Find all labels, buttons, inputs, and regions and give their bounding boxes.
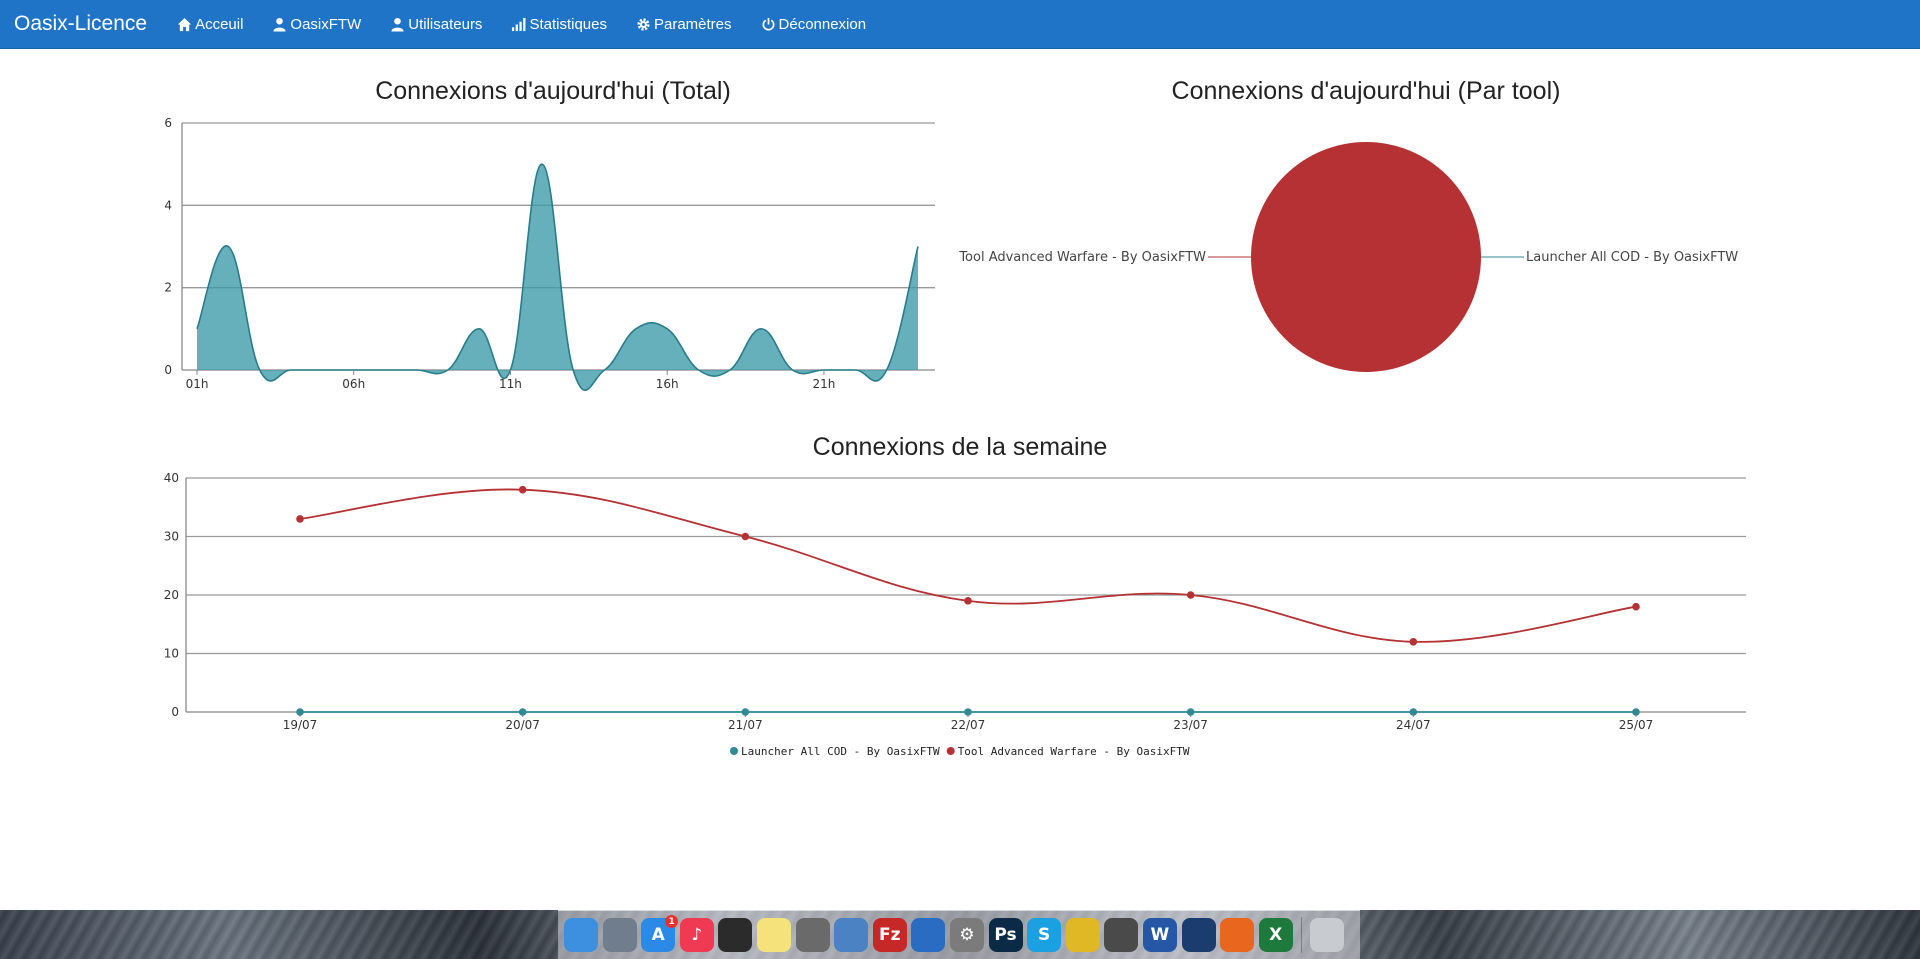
finder-icon[interactable] bbox=[564, 918, 598, 952]
series-point bbox=[1632, 708, 1640, 716]
legend-marker bbox=[730, 747, 738, 755]
x-tick-label: 24/07 bbox=[1396, 718, 1431, 732]
series-line bbox=[299, 488, 1637, 643]
itunes-icon[interactable]: ♪ bbox=[679, 918, 714, 952]
series-point bbox=[964, 597, 972, 605]
y-tick-label: 20 bbox=[164, 588, 179, 602]
series-point bbox=[296, 515, 304, 523]
trash-icon[interactable] bbox=[1310, 918, 1345, 952]
x-tick-label: 23/07 bbox=[1173, 718, 1208, 732]
calculator-icon[interactable] bbox=[795, 918, 830, 952]
photoshop-icon[interactable]: Ps bbox=[988, 918, 1023, 952]
launchpad-icon[interactable] bbox=[602, 918, 637, 952]
x-tick-label: 25/07 bbox=[1619, 718, 1654, 732]
chrome-icon[interactable] bbox=[1065, 918, 1100, 952]
x-tick-label: 19/07 bbox=[283, 718, 318, 732]
notes-icon[interactable] bbox=[756, 918, 791, 952]
photo-booth-icon[interactable] bbox=[718, 918, 753, 952]
series-point bbox=[741, 708, 750, 716]
dock-separator bbox=[1301, 917, 1303, 953]
skype-icon[interactable]: S bbox=[1027, 918, 1062, 952]
y-tick-label: 0 bbox=[171, 705, 179, 719]
series-point bbox=[1409, 638, 1418, 646]
legend-label: Tool Advanced Warfare - By OasixFTW bbox=[958, 745, 1190, 758]
sequel-pro-icon[interactable] bbox=[1104, 918, 1139, 952]
firefox-icon[interactable] bbox=[1220, 918, 1255, 952]
legend-label: Launcher All COD - By OasixFTW bbox=[741, 745, 940, 758]
app-store-icon[interactable]: A1 bbox=[641, 915, 679, 952]
series-point bbox=[1186, 591, 1195, 599]
x-tick-label: 22/07 bbox=[951, 718, 986, 732]
system-preferences-icon[interactable]: ⚙ bbox=[949, 918, 984, 952]
series-point bbox=[518, 485, 527, 494]
dock: A 1 ♪ Fz ⚙ Ps S W X bbox=[558, 910, 1360, 959]
series-point bbox=[964, 708, 972, 716]
line-chart-semaine: 0 10 20 30 40 19/07 20/07 21/07 22/07 23/07 24/07 2… bbox=[164, 471, 1746, 758]
series-point bbox=[518, 708, 527, 716]
preview-icon[interactable] bbox=[834, 918, 869, 952]
series-point bbox=[296, 708, 304, 716]
filezilla-icon[interactable]: Fz bbox=[872, 918, 907, 952]
notification-badge: 1 bbox=[665, 915, 679, 928]
y-tick-label: 30 bbox=[164, 530, 179, 544]
series-point bbox=[1409, 708, 1418, 716]
y-tick-label: 10 bbox=[164, 647, 179, 661]
x-tick-label: 21/07 bbox=[728, 718, 763, 732]
legend-marker bbox=[946, 747, 955, 755]
screen-sharing-icon[interactable] bbox=[911, 918, 946, 952]
series-point bbox=[1186, 708, 1195, 716]
virtual-box-icon[interactable] bbox=[1181, 918, 1216, 952]
series-point bbox=[1632, 602, 1640, 611]
series-point bbox=[741, 532, 750, 541]
word-icon[interactable]: W bbox=[1142, 918, 1177, 952]
excel-icon[interactable]: X bbox=[1258, 918, 1293, 952]
y-tick-label: 40 bbox=[164, 471, 179, 485]
x-tick-label: 20/07 bbox=[505, 718, 540, 732]
